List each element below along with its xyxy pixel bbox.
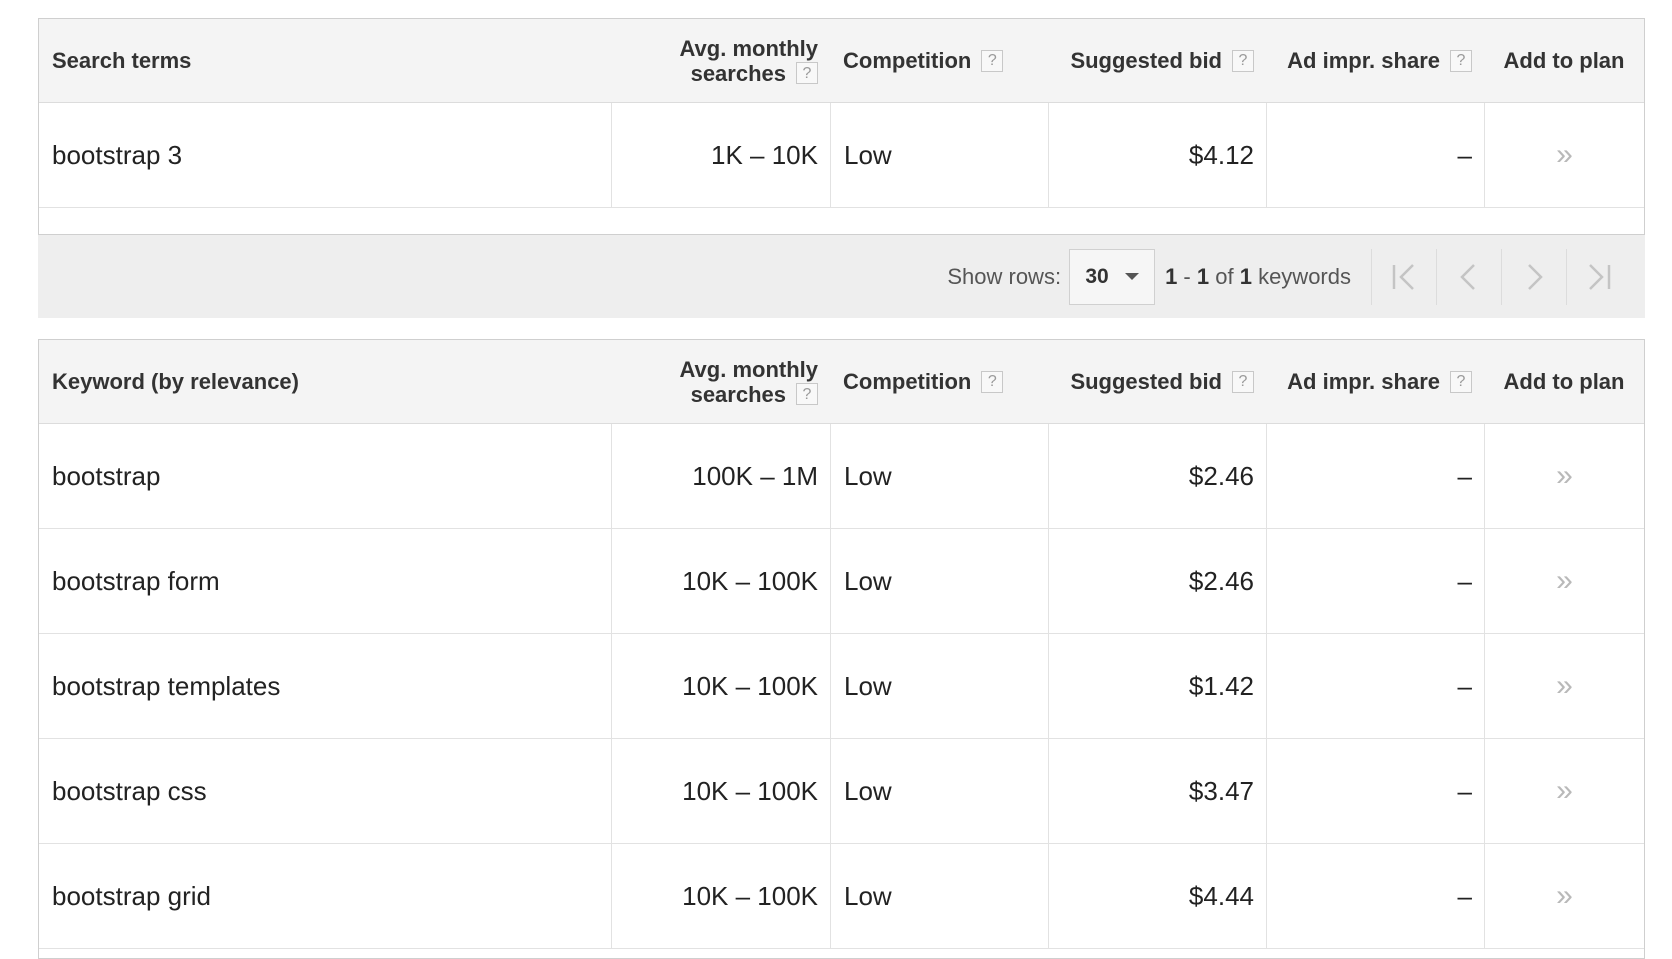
table-row: bootstrap templates 10K – 100K Low $1.42…: [39, 634, 1644, 739]
ad-impr-share-cell: –: [1266, 103, 1484, 207]
avg-searches-cell: 10K – 100K: [611, 529, 830, 633]
column-header-label: Ad impr. share: [1287, 47, 1440, 73]
column-header-ad-impr-share[interactable]: Ad impr. share ?: [1266, 19, 1484, 102]
column-header-competition[interactable]: Competition ?: [830, 19, 1048, 102]
ad-impr-share-cell: –: [1266, 634, 1484, 738]
table-row: bootstrap grid 10K – 100K Low $4.44 – »: [39, 844, 1644, 949]
table-row: bootstrap 3 1K – 10K Low $4.12 – »: [39, 103, 1644, 208]
ad-impr-share-cell: –: [1266, 424, 1484, 528]
avg-searches-cell: 10K – 100K: [611, 634, 830, 738]
next-page-button[interactable]: [1501, 248, 1566, 305]
first-page-icon: [1392, 263, 1414, 290]
column-header-label: searches: [690, 60, 786, 86]
column-header-label: searches: [690, 381, 786, 407]
last-page-icon: [1589, 263, 1611, 290]
ad-impr-share-cell: –: [1266, 844, 1484, 948]
ad-impr-share-cell: –: [1266, 739, 1484, 843]
suggested-bid-cell: $2.46: [1048, 529, 1266, 633]
column-header-suggested-bid[interactable]: Suggested bid ?: [1048, 340, 1266, 423]
avg-searches-cell: 100K – 1M: [611, 424, 830, 528]
suggested-bid-cell: $1.42: [1048, 634, 1266, 738]
column-header-add-to-plan: Add to plan: [1503, 368, 1625, 394]
pagination-bar: Show rows: 30 1 - 1 of 1 keywords: [38, 235, 1645, 318]
column-header-label: Competition: [843, 47, 972, 73]
column-header-avg-monthly-searches[interactable]: Avg. monthly searches ?: [611, 19, 830, 102]
keywords-table: Keyword (by relevance) Avg. monthly sear…: [38, 339, 1645, 959]
table-header: Search terms Avg. monthly searches ? Com…: [39, 19, 1644, 103]
competition-cell: Low: [830, 103, 1048, 207]
competition-cell: Low: [830, 634, 1048, 738]
column-header-ad-impr-share[interactable]: Ad impr. share ?: [1266, 340, 1484, 423]
suggested-bid-cell: $2.46: [1048, 424, 1266, 528]
help-icon[interactable]: ?: [796, 383, 818, 405]
competition-cell: Low: [830, 424, 1048, 528]
rows-per-page-select[interactable]: 30: [1069, 248, 1156, 305]
column-header-keyword[interactable]: Keyword (by relevance): [39, 340, 611, 423]
first-page-button[interactable]: [1371, 248, 1436, 305]
table-row: bootstrap form 10K – 100K Low $2.46 – »: [39, 529, 1644, 634]
column-header-competition[interactable]: Competition ?: [830, 340, 1048, 423]
avg-searches-cell: 10K – 100K: [611, 739, 830, 843]
keyword-cell: bootstrap form: [52, 565, 220, 596]
keyword-cell: bootstrap grid: [52, 880, 211, 911]
add-to-plan-icon[interactable]: »: [1484, 844, 1644, 948]
table-row: bootstrap css 10K – 100K Low $3.47 – »: [39, 739, 1644, 844]
keyword-cell: bootstrap 3: [52, 139, 183, 170]
column-header-add-to-plan: Add to plan: [1503, 47, 1625, 73]
help-icon[interactable]: ?: [981, 49, 1004, 72]
avg-searches-cell: 10K – 100K: [611, 844, 830, 948]
chevron-right-icon: [1528, 263, 1543, 290]
column-header-label: Avg. monthly: [679, 356, 818, 382]
rows-per-page-value: 30: [1085, 264, 1109, 288]
add-to-plan-icon[interactable]: »: [1484, 739, 1644, 843]
ad-impr-share-cell: –: [1266, 529, 1484, 633]
help-icon[interactable]: ?: [981, 370, 1004, 393]
previous-page-button[interactable]: [1436, 248, 1501, 305]
keyword-cell: bootstrap templates: [52, 670, 281, 701]
competition-cell: Low: [830, 844, 1048, 948]
keyword-cell: bootstrap css: [52, 775, 207, 806]
table-row: bootstrap 100K – 1M Low $2.46 – »: [39, 424, 1644, 529]
column-header-avg-monthly-searches[interactable]: Avg. monthly searches ?: [611, 340, 830, 423]
add-to-plan-icon[interactable]: »: [1484, 424, 1644, 528]
suggested-bid-cell: $3.47: [1048, 739, 1266, 843]
competition-cell: Low: [830, 529, 1048, 633]
column-header-search-terms[interactable]: Search terms: [39, 19, 611, 102]
column-header-label: Suggested bid: [1070, 368, 1222, 394]
help-icon[interactable]: ?: [1232, 49, 1254, 72]
last-page-button[interactable]: [1566, 248, 1631, 305]
keyword-cell: bootstrap: [52, 460, 161, 491]
suggested-bid-cell: $4.44: [1048, 844, 1266, 948]
add-to-plan-icon[interactable]: »: [1484, 529, 1644, 633]
help-icon[interactable]: ?: [796, 62, 818, 84]
help-icon[interactable]: ?: [1450, 49, 1472, 72]
help-icon[interactable]: ?: [1450, 370, 1472, 393]
suggested-bid-cell: $4.12: [1048, 103, 1266, 207]
chevron-down-icon: [1124, 273, 1139, 280]
column-header-label: Competition: [843, 368, 972, 394]
competition-cell: Low: [830, 739, 1048, 843]
avg-searches-cell: 1K – 10K: [611, 103, 830, 207]
add-to-plan-icon[interactable]: »: [1484, 634, 1644, 738]
chevron-left-icon: [1460, 263, 1475, 290]
column-header-suggested-bid[interactable]: Suggested bid ?: [1048, 19, 1266, 102]
show-rows-label: Show rows:: [947, 263, 1062, 289]
column-header-label: Ad impr. share: [1287, 368, 1440, 394]
table-header: Keyword (by relevance) Avg. monthly sear…: [39, 340, 1644, 424]
column-header-label: Suggested bid: [1070, 47, 1222, 73]
add-to-plan-icon[interactable]: »: [1484, 103, 1644, 207]
column-header-label: Avg. monthly: [679, 35, 818, 61]
search-terms-table: Search terms Avg. monthly searches ? Com…: [38, 18, 1645, 235]
help-icon[interactable]: ?: [1232, 370, 1254, 393]
pagination-range: 1 - 1 of 1 keywords: [1165, 263, 1351, 289]
